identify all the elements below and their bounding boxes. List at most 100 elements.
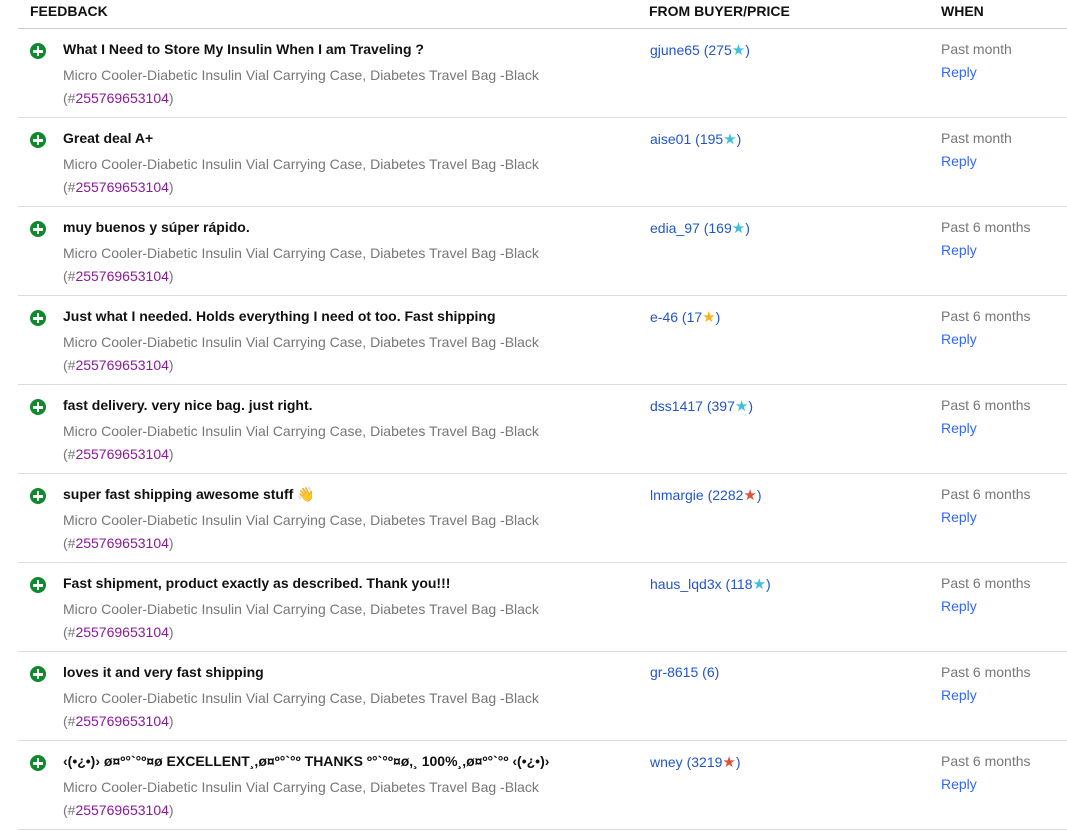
reply-link[interactable]: Reply [941, 687, 977, 703]
item-title: Micro Cooler-Diabetic Insulin Vial Carry… [63, 779, 539, 795]
item-description: Micro Cooler-Diabetic Insulin Vial Carry… [63, 245, 539, 284]
buyer-info: gr-8615 (6) [650, 664, 720, 680]
item-number-link[interactable]: 255769653104 [75, 179, 168, 195]
item-title: Micro Cooler-Diabetic Insulin Vial Carry… [63, 156, 539, 172]
reply-link[interactable]: Reply [941, 776, 977, 792]
buyer-info: wney (3219★) [650, 753, 741, 771]
star-icon: ★ [702, 309, 716, 326]
buyer-info: lnmargie (2282★) [650, 486, 762, 504]
feedback-comment: muy buenos y súper rápido. [63, 219, 250, 235]
buyer-score[interactable]: 2282 [712, 487, 743, 503]
reply-link[interactable]: Reply [941, 331, 977, 347]
buyer-info: aise01 (195★) [650, 130, 742, 148]
item-number-link[interactable]: 255769653104 [75, 90, 168, 106]
reply-link[interactable]: Reply [941, 153, 977, 169]
feedback-comment: ‹(•¿•)› ø¤º°`°º¤ø EXCELLENT¸,ø¤º°`°º THA… [63, 753, 550, 769]
positive-feedback-icon [30, 577, 46, 593]
buyer-info: dss1417 (397★) [650, 397, 753, 415]
buyer-score[interactable]: 397 [712, 398, 735, 414]
reply-link[interactable]: Reply [941, 598, 977, 614]
star-icon: ★ [743, 487, 757, 504]
item-title: Micro Cooler-Diabetic Insulin Vial Carry… [63, 67, 539, 83]
feedback-comment: Great deal A+ [63, 130, 154, 146]
table-row: ‹(•¿•)› ø¤º°`°º¤ø EXCELLENT¸,ø¤º°`°º THA… [18, 741, 1067, 830]
item-description: Micro Cooler-Diabetic Insulin Vial Carry… [63, 512, 539, 551]
reply-link[interactable]: Reply [941, 64, 977, 80]
table-row: super fast shipping awesome stuff 👋 Micr… [18, 474, 1067, 563]
item-number-link[interactable]: 255769653104 [75, 446, 168, 462]
item-title: Micro Cooler-Diabetic Insulin Vial Carry… [63, 245, 539, 261]
item-title: Micro Cooler-Diabetic Insulin Vial Carry… [63, 512, 539, 528]
star-icon: ★ [731, 220, 746, 237]
buyer-score[interactable]: 169 [708, 220, 731, 236]
table-row: What I Need to Store My Insulin When I a… [18, 29, 1067, 118]
item-title: Micro Cooler-Diabetic Insulin Vial Carry… [63, 690, 539, 706]
feedback-time: Past month [941, 41, 1012, 57]
buyer-link[interactable]: edia_97 [650, 220, 700, 236]
item-number-link[interactable]: 255769653104 [75, 535, 168, 551]
table-row: muy buenos y súper rápido. Micro Cooler-… [18, 207, 1067, 296]
header-from-buyer: FROM BUYER/PRICE [649, 3, 790, 19]
feedback-comment: loves it and very fast shipping [63, 664, 264, 680]
reply-link[interactable]: Reply [941, 242, 977, 258]
star-icon: ★ [731, 42, 746, 59]
star-icon: ★ [752, 576, 766, 593]
buyer-score[interactable]: 17 [687, 309, 703, 325]
buyer-link[interactable]: aise01 [650, 131, 691, 147]
table-row: fast delivery. very nice bag. just right… [18, 385, 1067, 474]
item-number-link[interactable]: 255769653104 [75, 268, 168, 284]
item-number-link[interactable]: 255769653104 [75, 624, 168, 640]
buyer-link[interactable]: e-46 [650, 309, 678, 325]
buyer-link[interactable]: gr-8615 [650, 664, 698, 680]
item-number-link[interactable]: 255769653104 [75, 802, 168, 818]
feedback-time: Past 6 months [941, 308, 1031, 324]
buyer-info: e-46 (17★) [650, 308, 721, 326]
star-icon: ★ [723, 131, 737, 148]
feedback-comment: What I Need to Store My Insulin When I a… [63, 41, 424, 57]
positive-feedback-icon [30, 221, 46, 237]
item-description: Micro Cooler-Diabetic Insulin Vial Carry… [63, 67, 539, 106]
feedback-comment: fast delivery. very nice bag. just right… [63, 397, 313, 413]
star-icon: ★ [722, 754, 736, 771]
table-row: Fast shipment, product exactly as descri… [18, 563, 1067, 652]
buyer-info: gjune65 (275★) [650, 41, 750, 59]
feedback-time: Past 6 months [941, 575, 1031, 591]
positive-feedback-icon [30, 666, 46, 682]
table-row: Great deal A+ Micro Cooler-Diabetic Insu… [18, 118, 1067, 207]
buyer-link[interactable]: lnmargie [650, 487, 704, 503]
item-description: Micro Cooler-Diabetic Insulin Vial Carry… [63, 334, 539, 373]
table-row: loves it and very fast shipping Micro Co… [18, 652, 1067, 741]
feedback-time: Past month [941, 130, 1012, 146]
positive-feedback-icon [30, 399, 46, 415]
header-when: WHEN [941, 3, 984, 19]
feedback-comment: super fast shipping awesome stuff 👋 [63, 486, 315, 502]
item-description: Micro Cooler-Diabetic Insulin Vial Carry… [63, 690, 539, 729]
positive-feedback-icon [30, 43, 46, 59]
feedback-time: Past 6 months [941, 219, 1031, 235]
positive-feedback-icon [30, 488, 46, 504]
item-number-link[interactable]: 255769653104 [75, 357, 168, 373]
item-number-link[interactable]: 255769653104 [75, 713, 168, 729]
buyer-link[interactable]: wney [650, 754, 683, 770]
buyer-score[interactable]: 3219 [691, 754, 722, 770]
buyer-score[interactable]: 118 [730, 576, 752, 592]
reply-link[interactable]: Reply [941, 509, 977, 525]
feedback-comment: Fast shipment, product exactly as descri… [63, 575, 451, 591]
buyer-link[interactable]: haus_lqd3x [650, 576, 722, 592]
positive-feedback-icon [30, 310, 46, 326]
table-header: FEEDBACK FROM BUYER/PRICE WHEN [18, 0, 1067, 29]
buyer-score[interactable]: 275 [708, 42, 731, 58]
item-title: Micro Cooler-Diabetic Insulin Vial Carry… [63, 334, 539, 350]
star-icon: ★ [734, 398, 749, 415]
table-row: Just what I needed. Holds everything I n… [18, 296, 1067, 385]
feedback-time: Past 6 months [941, 664, 1031, 680]
buyer-link[interactable]: dss1417 [650, 398, 703, 414]
buyer-score[interactable]: 6 [707, 664, 715, 680]
buyer-score[interactable]: 195 [700, 131, 723, 147]
reply-link[interactable]: Reply [941, 420, 977, 436]
feedback-time: Past 6 months [941, 397, 1031, 413]
feedback-time: Past 6 months [941, 753, 1031, 769]
buyer-info: edia_97 (169★) [650, 219, 750, 237]
buyer-link[interactable]: gjune65 [650, 42, 700, 58]
item-description: Micro Cooler-Diabetic Insulin Vial Carry… [63, 156, 539, 195]
